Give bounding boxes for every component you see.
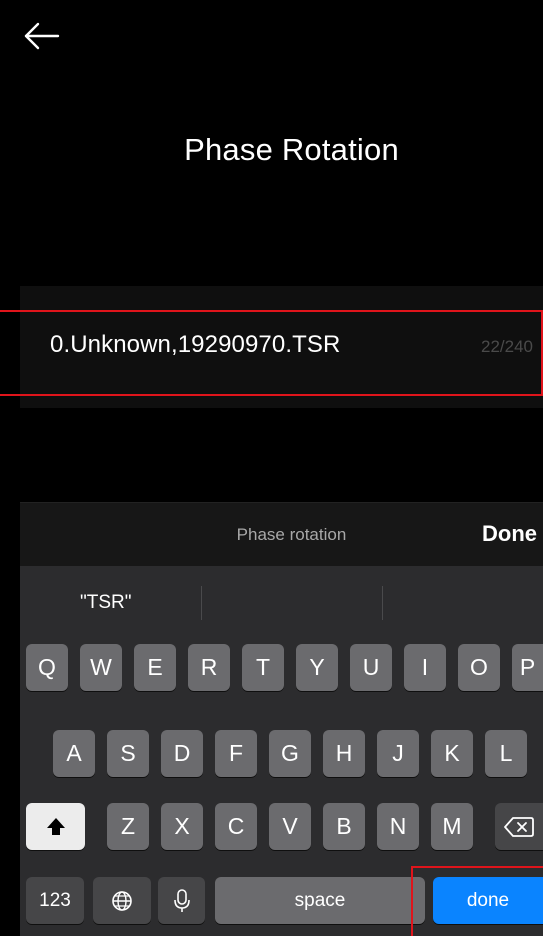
key-s[interactable]: S [107,730,149,777]
dictation-key[interactable] [158,877,205,924]
arrow-left-icon [24,22,60,50]
done-key-highlight [411,866,543,936]
character-counter: 22/240 [481,337,533,356]
space-key[interactable]: space [215,877,425,924]
screen: Phase Rotation 0.Unknown,19290970.TSR 22… [0,0,543,936]
key-w[interactable]: W [80,644,122,691]
shift-icon [46,817,65,835]
key-m[interactable]: M [431,803,473,850]
shift-key[interactable] [26,803,85,850]
phase-rotation-input[interactable]: 0.Unknown,19290970.TSR [50,331,340,359]
key-z[interactable]: Z [107,803,149,850]
key-l[interactable]: L [485,730,527,777]
key-g[interactable]: G [269,730,311,777]
key-r[interactable]: R [188,644,230,691]
key-b[interactable]: B [323,803,365,850]
numbers-key[interactable]: 123 [26,877,84,924]
key-x[interactable]: X [161,803,203,850]
key-t[interactable]: T [242,644,284,691]
suggestion-divider [201,586,202,620]
suggestion-item[interactable]: "TSR" [80,592,132,614]
key-v[interactable]: V [269,803,311,850]
delete-key[interactable] [495,803,543,850]
key-y[interactable]: Y [296,644,338,691]
key-e[interactable]: E [134,644,176,691]
microphone-icon [173,888,190,912]
key-k[interactable]: K [431,730,473,777]
globe-icon [112,890,132,911]
key-h[interactable]: H [323,730,365,777]
key-c[interactable]: C [215,803,257,850]
key-u[interactable]: U [350,644,392,691]
key-f[interactable]: F [215,730,257,777]
suggestion-divider [382,586,383,620]
key-o[interactable]: O [458,644,500,691]
key-a[interactable]: A [53,730,95,777]
globe-key[interactable] [93,877,151,924]
spacer [20,408,543,502]
key-q[interactable]: Q [26,644,68,691]
key-n[interactable]: N [377,803,419,850]
page-title: Phase Rotation [184,132,399,167]
key-j[interactable]: J [377,730,419,777]
accessory-label: Phase rotation [236,525,347,544]
key-i[interactable]: I [404,644,446,691]
key-d[interactable]: D [161,730,203,777]
key-p[interactable]: P [512,644,543,691]
accessory-done-button[interactable]: Done [482,521,537,547]
backspace-icon [504,816,534,837]
back-button[interactable] [20,14,64,58]
